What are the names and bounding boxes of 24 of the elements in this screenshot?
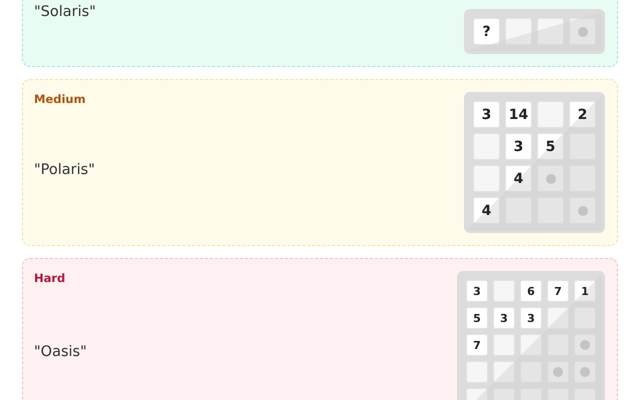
number-cell[interactable]: ? (473, 18, 500, 45)
number-cell[interactable]: 3 (473, 101, 500, 128)
difficulty-label: Hard (34, 271, 66, 285)
number-cell[interactable]: 6 (520, 280, 542, 302)
difficulty-label: Medium (34, 92, 87, 106)
puzzle-card[interactable]: Hard "Oasis" 3 6 7 1 5 3 3 7 (22, 258, 618, 400)
number-cell[interactable]: 3 (520, 307, 542, 329)
number-cell[interactable]: 5 (537, 133, 564, 160)
number-cell[interactable]: 3 (505, 133, 532, 160)
puzzle-name: "Polaris" (34, 162, 95, 178)
puzzle-card[interactable]: Medium "Polaris" 3 14 2 3 5 4 4 (22, 79, 618, 246)
puzzle-card[interactable]: "Solaris" ? (22, 0, 618, 67)
number-cell[interactable]: 5 (466, 307, 488, 329)
number-cell[interactable]: 4 (473, 197, 500, 224)
number-cell[interactable]: 7 (547, 280, 569, 302)
number-cell[interactable]: 3 (493, 307, 515, 329)
number-cell[interactable]: 1 (574, 280, 596, 302)
number-cell[interactable]: 14 (505, 101, 532, 128)
puzzle-name: "Solaris" (34, 4, 96, 20)
puzzle-name: "Oasis" (34, 344, 87, 360)
number-cell[interactable]: 4 (505, 165, 532, 192)
number-cell[interactable]: 3 (466, 280, 488, 302)
number-cell[interactable]: 2 (569, 101, 596, 128)
number-cell[interactable]: 7 (466, 334, 488, 356)
